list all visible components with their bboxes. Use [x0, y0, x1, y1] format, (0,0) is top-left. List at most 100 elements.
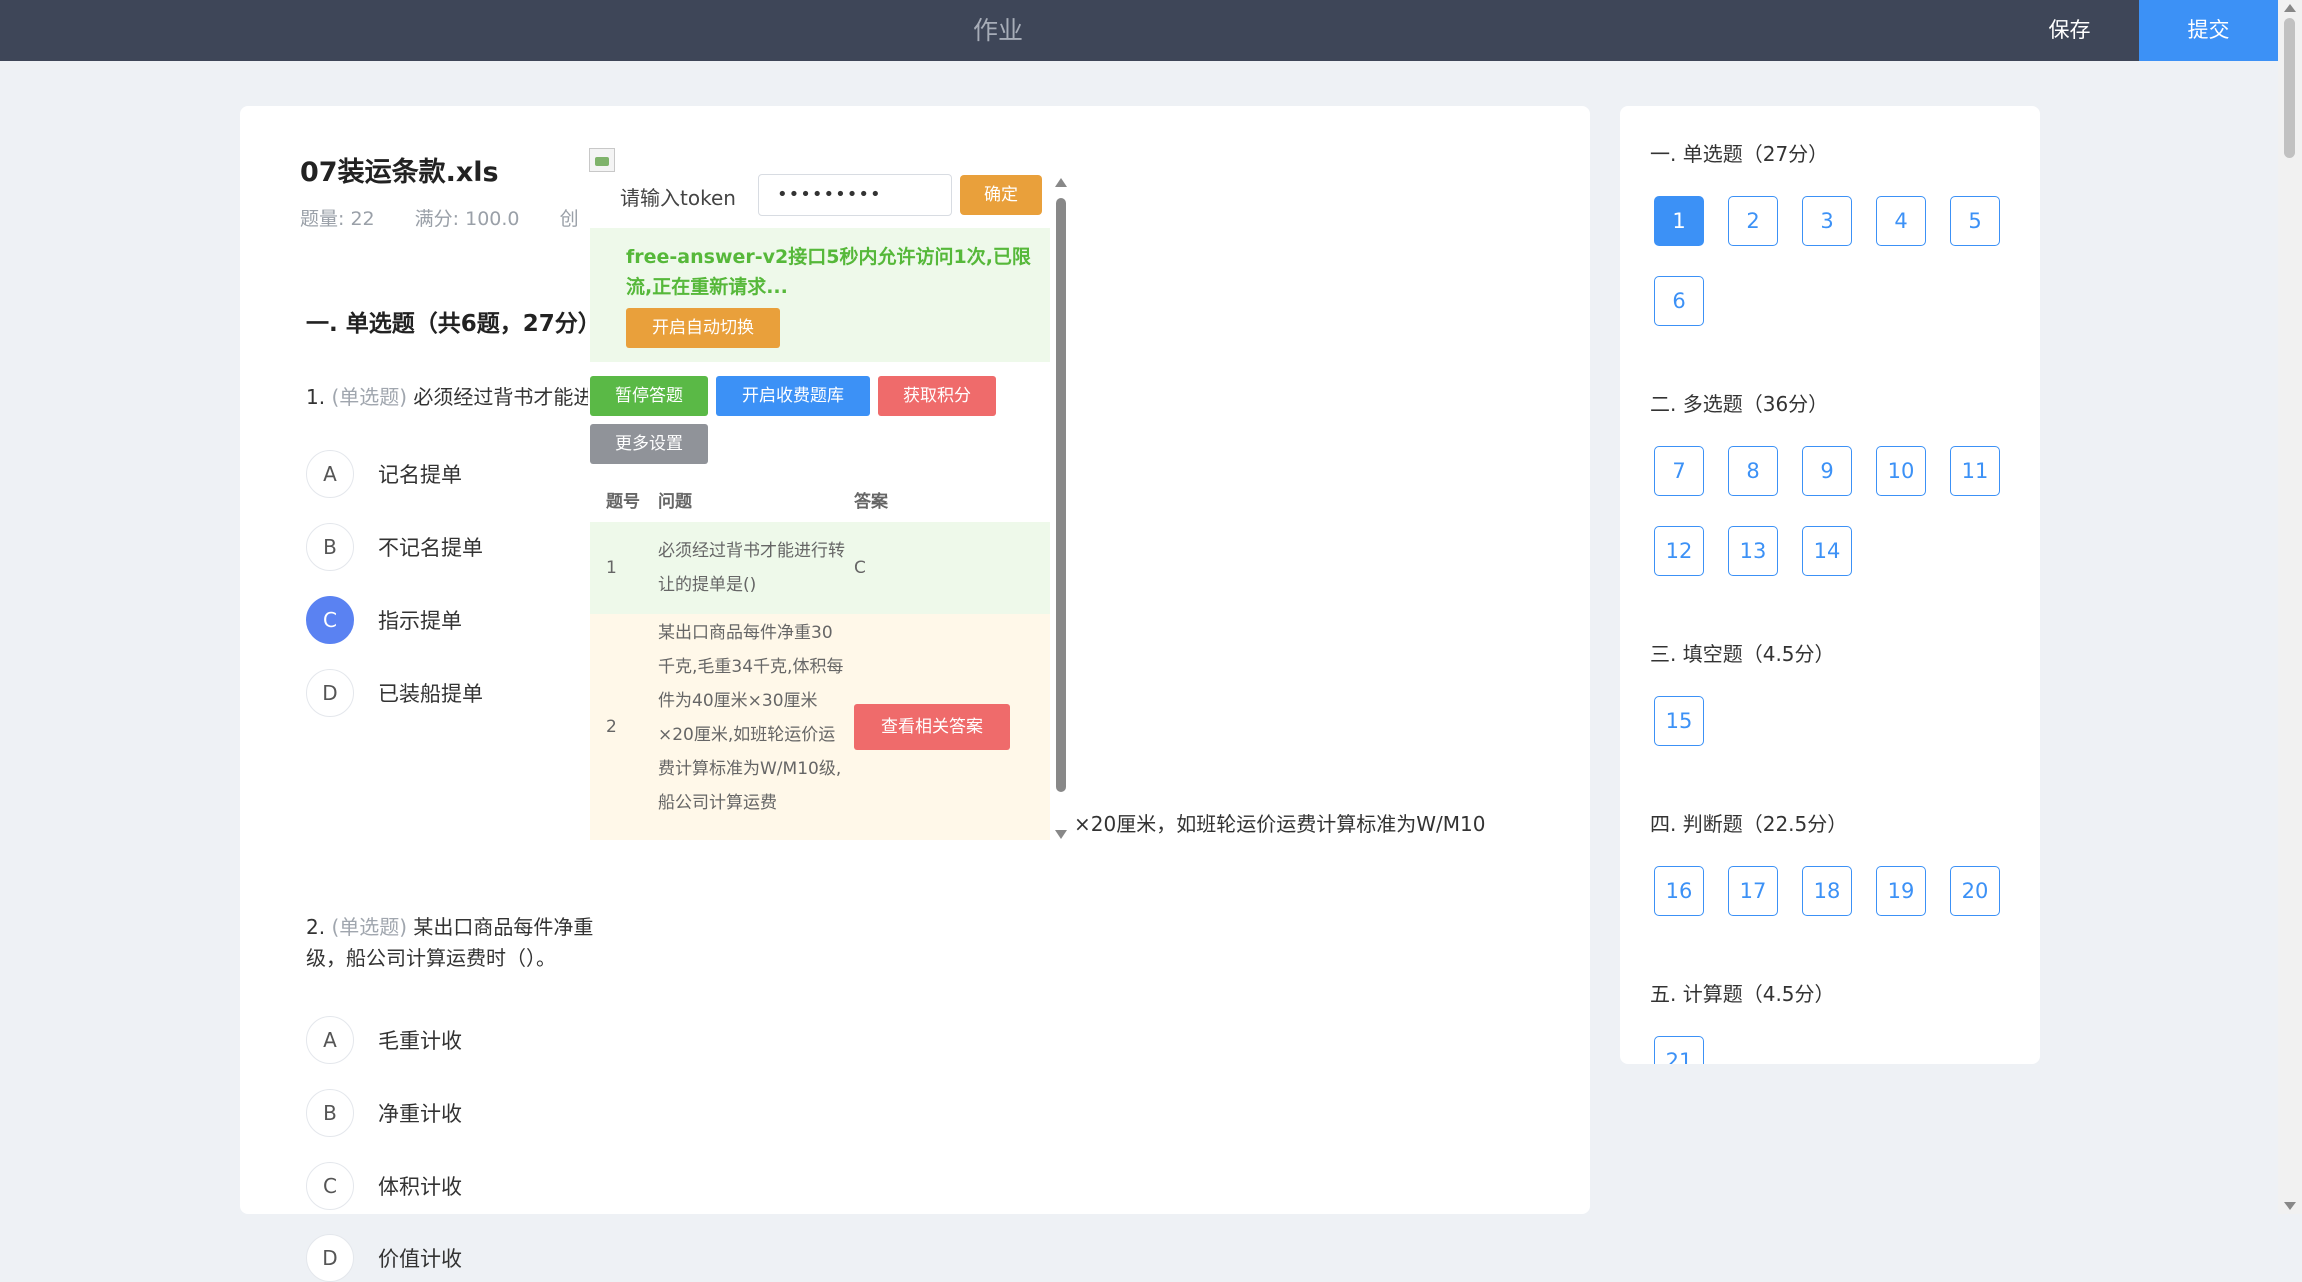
- row-question: 必须经过背书才能进行转让的提单是(): [658, 541, 845, 595]
- nav-question-3[interactable]: 3: [1802, 196, 1852, 246]
- scroll-down-icon[interactable]: [2284, 1202, 2296, 1210]
- option-key[interactable]: C: [306, 1162, 354, 1210]
- question-1: 1. (单选题) 必须经过背书才能进: [306, 382, 593, 413]
- page-scrollbar[interactable]: [2278, 0, 2302, 1214]
- scroll-up-icon[interactable]: [2284, 4, 2296, 12]
- nav-question-20[interactable]: 20: [1950, 866, 2000, 916]
- document-meta: 题量: 22 满分: 100.0 创: [300, 204, 613, 231]
- panel-scroll-up-icon[interactable]: [1055, 178, 1067, 187]
- option-key[interactable]: D: [306, 1234, 354, 1282]
- row-question: 某出口商品每件净重30千克,毛重34千克,体积每件为40厘米×30厘米×20厘米…: [658, 623, 844, 813]
- nav-question-5[interactable]: 5: [1950, 196, 2000, 246]
- option-key-selected[interactable]: C: [306, 596, 354, 644]
- option-text: 毛重计收: [378, 1029, 462, 1053]
- table-header: 题号 问题 答案: [590, 476, 1050, 522]
- q2-option-b[interactable]: B 净重计收: [306, 1089, 462, 1137]
- nav-group-title: 五. 计算题（4.5分）: [1650, 982, 1835, 1006]
- nav-question-12[interactable]: 12: [1654, 526, 1704, 576]
- question-count: 题量: 22: [300, 208, 375, 230]
- question-number: 1.: [306, 385, 326, 409]
- panel-scrollbar[interactable]: [1054, 146, 1068, 839]
- table-row: 1 必须经过背书才能进行转让的提单是() C: [590, 522, 1050, 614]
- nav-question-2[interactable]: 2: [1728, 196, 1778, 246]
- view-answer-button[interactable]: 查看相关答案: [854, 704, 1010, 750]
- pause-answering-button[interactable]: 暂停答题: [590, 376, 708, 416]
- q2-option-c[interactable]: C 体积计收: [306, 1162, 462, 1210]
- nav-question-6[interactable]: 6: [1654, 276, 1704, 326]
- get-points-button[interactable]: 获取积分: [878, 376, 996, 416]
- nav-question-21[interactable]: 21: [1654, 1036, 1704, 1064]
- option-text: 净重计收: [378, 1102, 462, 1126]
- row-number: 1: [606, 558, 617, 578]
- nav-question-7[interactable]: 7: [1654, 446, 1704, 496]
- submit-button[interactable]: 提交: [2139, 0, 2278, 61]
- nav-question-9[interactable]: 9: [1802, 446, 1852, 496]
- document-title: 07装运条款.xls: [300, 157, 499, 188]
- nav-question-11[interactable]: 11: [1950, 446, 2000, 496]
- nav-question-19[interactable]: 19: [1876, 866, 1926, 916]
- auto-switch-button[interactable]: 开启自动切换: [626, 308, 780, 348]
- question-2: 2. (单选题) 某出口商品每件净重 级，船公司计算运费时（）。: [306, 912, 1556, 974]
- option-text: 不记名提单: [378, 536, 483, 560]
- nav-group-title: 四. 判断题（22.5分）: [1650, 812, 1848, 836]
- question-type: (单选题): [331, 385, 408, 409]
- nav-question-1[interactable]: 1: [1654, 196, 1704, 246]
- row-answer: C: [854, 558, 866, 578]
- nav-question-4[interactable]: 4: [1876, 196, 1926, 246]
- page-title: 作业: [972, 16, 1023, 45]
- option-text: 指示提单: [378, 609, 462, 633]
- option-text: 价值计收: [378, 1247, 462, 1271]
- question-type: (单选题): [331, 915, 408, 939]
- action-buttons: 暂停答题 开启收费题库 获取积分: [590, 376, 996, 416]
- nav-group-title: 二. 多选题（36分）: [1650, 392, 1829, 416]
- token-input[interactable]: •••••••••: [758, 174, 952, 216]
- option-key[interactable]: A: [306, 1016, 354, 1064]
- q2-option-d[interactable]: D 价值计收: [306, 1234, 462, 1282]
- nav-question-16[interactable]: 16: [1654, 866, 1704, 916]
- nav-group-title: 三. 填空题（4.5分）: [1650, 642, 1835, 666]
- option-key[interactable]: B: [306, 523, 354, 571]
- confirm-token-button[interactable]: 确定: [960, 175, 1042, 215]
- row-number: 2: [606, 717, 617, 737]
- top-bar: 作业 保存 提交: [0, 0, 2278, 61]
- nav-question-10[interactable]: 10: [1876, 446, 1926, 496]
- save-button[interactable]: 保存: [2000, 0, 2139, 61]
- option-text: 体积计收: [378, 1175, 462, 1199]
- option-key[interactable]: A: [306, 450, 354, 498]
- question-2-text-continued: ×20厘米，如班轮运价运费计算标准为W/M10: [1074, 812, 1486, 836]
- notice-text: free-answer-v2接口5秒内允许访问1次,已限流,正在重新请求...: [626, 246, 1031, 298]
- option-text: 已装船提单: [378, 682, 483, 706]
- answer-table: 题号 问题 答案 1 必须经过背书才能进行转让的提单是() C 2 某出口商品每…: [590, 476, 1050, 840]
- nav-group-title: 一. 单选题（27分）: [1650, 142, 1829, 166]
- option-text: 记名提单: [378, 463, 462, 487]
- option-key[interactable]: D: [306, 669, 354, 717]
- broken-image-icon: [589, 148, 615, 172]
- nav-question-17[interactable]: 17: [1728, 866, 1778, 916]
- section-title-single-choice: 一. 单选题（共6题，27分）: [306, 311, 601, 337]
- q1-option-d[interactable]: D 已装船提单: [306, 669, 483, 717]
- rate-limit-notice: free-answer-v2接口5秒内允许访问1次,已限流,正在重新请求... …: [590, 228, 1050, 362]
- q1-option-c[interactable]: C 指示提单: [306, 596, 462, 644]
- panel-scrollbar-thumb[interactable]: [1056, 198, 1066, 792]
- header-question: 问题: [658, 491, 692, 512]
- q1-option-b[interactable]: B 不记名提单: [306, 523, 483, 571]
- q1-option-a[interactable]: A 记名提单: [306, 450, 462, 498]
- nav-question-18[interactable]: 18: [1802, 866, 1852, 916]
- table-row: 2 某出口商品每件净重30千克,毛重34千克,体积每件为40厘米×30厘米×20…: [590, 614, 1050, 840]
- nav-question-8[interactable]: 8: [1728, 446, 1778, 496]
- scrollbar-thumb[interactable]: [2284, 18, 2295, 158]
- paid-question-bank-button[interactable]: 开启收费题库: [716, 376, 870, 416]
- answer-helper-panel: 请输入token ••••••••• 确定 free-answer-v2接口5秒…: [588, 146, 1068, 846]
- header-number: 题号: [606, 491, 640, 512]
- q2-option-a[interactable]: A 毛重计收: [306, 1016, 462, 1064]
- panel-scroll-down-icon[interactable]: [1055, 830, 1067, 839]
- nav-question-14[interactable]: 14: [1802, 526, 1852, 576]
- more-settings-button[interactable]: 更多设置: [590, 424, 708, 464]
- question-text: 某出口商品每件净重: [413, 915, 594, 939]
- nav-question-15[interactable]: 15: [1654, 696, 1704, 746]
- question-number: 2.: [306, 915, 326, 939]
- nav-question-13[interactable]: 13: [1728, 526, 1778, 576]
- question-text: 必须经过背书才能进: [413, 385, 594, 409]
- header-answer: 答案: [854, 491, 888, 512]
- option-key[interactable]: B: [306, 1089, 354, 1137]
